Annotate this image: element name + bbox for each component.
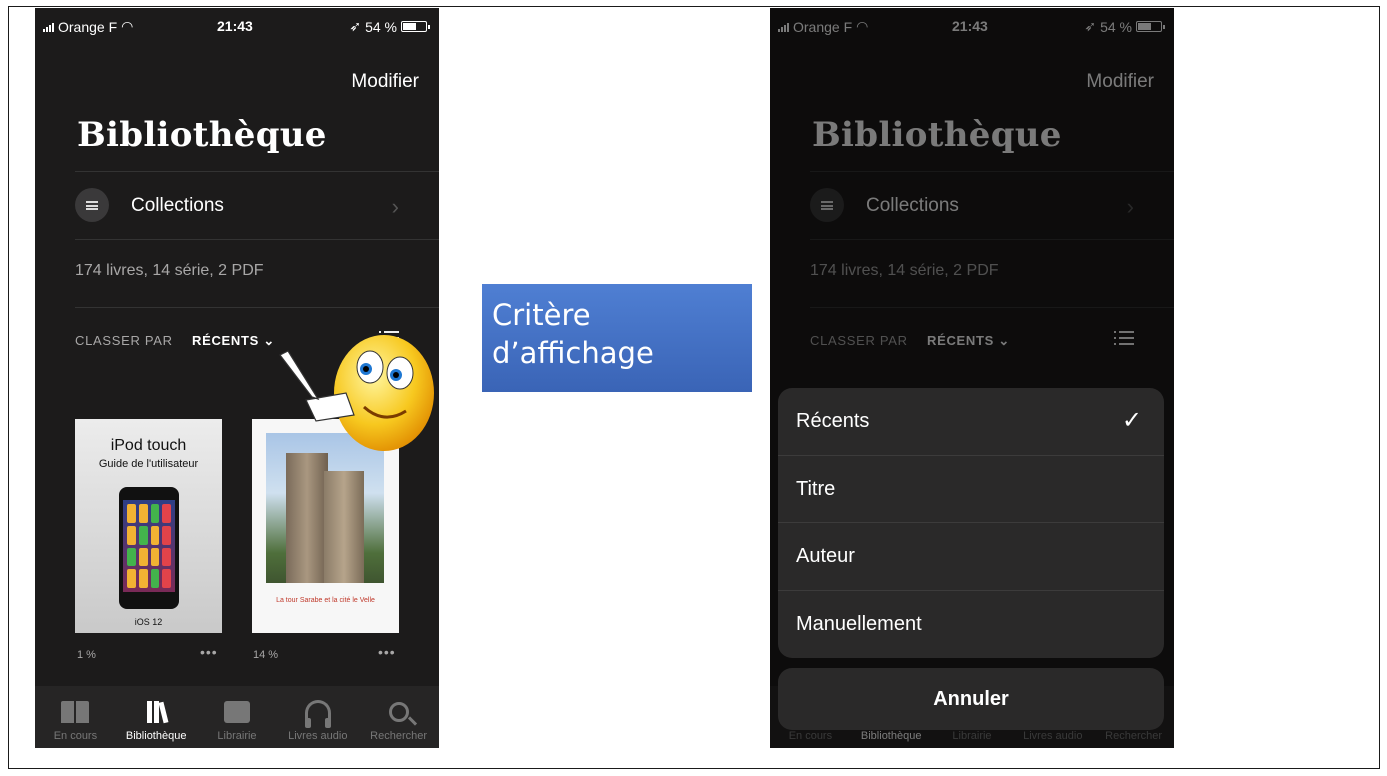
search-icon [388,702,409,722]
tower-photo [266,433,384,583]
collections-label: Collections [131,195,224,216]
book-cover-ipod-touch[interactable]: iPod touch Guide de l'utilisateur iOS 12 [75,419,222,633]
option-label: Récents [796,410,870,432]
sort-prefix: CLASSER PAR [75,333,173,348]
sort-options-sheet: Récents ✓ Titre Auteur Manuellement [778,388,1164,658]
status-right: ➶ 54 % [349,18,430,35]
sort-option-manuellement[interactable]: Manuellement [778,591,1164,659]
collections-icon [75,188,109,222]
bag-icon [223,701,250,723]
book-badge: iOS 12 [134,617,163,627]
tab-librairie[interactable]: Librairie [197,686,278,748]
battery-icon [401,21,430,32]
tab-label: Rechercher [370,730,428,742]
book-open-icon [61,701,90,723]
signal-icon [43,22,54,32]
book-progress: 1 % [77,649,96,661]
sort-option-auteur[interactable]: Auteur [778,523,1164,591]
cancel-button[interactable]: Annuler [778,668,1164,730]
phone-screen-sort-sheet: Orange F ◠ 21:43 ➶ 54 % Modifier Bibliot… [770,8,1174,748]
more-icon[interactable]: ••• [200,644,218,660]
tab-rechercher[interactable]: Rechercher [358,686,439,748]
tab-label: Bibliothèque [125,730,187,742]
status-time: 21:43 [217,18,253,34]
chevron-right-icon: › [391,194,399,219]
callout-line-1: Critère [492,298,591,332]
location-icon: ➶ [349,18,362,34]
option-label: Auteur [796,545,855,567]
book-caption: La tour Sarabe et la cité le Velle [276,597,375,604]
option-label: Titre [796,477,836,500]
headphones-icon [304,700,331,728]
tab-en-cours[interactable]: En cours [35,686,116,748]
carrier: Orange F ◠ [43,18,133,35]
sort-value-label: RÉCENTS [192,333,260,348]
modify-button[interactable]: Modifier [351,71,419,93]
chevron-down-icon: ⌄ [263,333,275,348]
tab-label: Livres audio [288,730,348,742]
sort-option-recents[interactable]: Récents ✓ [778,388,1164,456]
callout-box: Critère d’affichage [482,284,752,392]
carrier-label: Orange F [58,18,118,35]
tab-bibliotheque[interactable]: Bibliothèque [116,686,197,748]
pointing-emoji-icon [279,335,434,451]
library-counts: 174 livres, 14 série, 2 PDF [75,239,439,307]
book-subtitle: Guide de l'utilisateur [98,458,199,470]
status-bar: Orange F ◠ 21:43 ➶ 54 % [35,16,439,36]
wifi-icon: ◠ [121,18,134,34]
sort-dropdown[interactable]: RÉCENTS ⌄ [192,333,275,349]
more-icon[interactable]: ••• [378,644,396,660]
battery-percent: 54 % [365,18,397,35]
checkmark-icon: ✓ [1121,407,1142,434]
option-label: Manuellement [796,612,922,635]
sort-option-titre[interactable]: Titre [778,456,1164,523]
book-title: iPod touch [110,437,187,454]
collections-row[interactable]: Collections › [75,171,439,239]
book-progress: 14 % [253,649,279,661]
iphone-image [119,487,179,609]
tab-bar: En cours Bibliothèque Librairie Livres a… [35,686,439,748]
page-title: Bibliothèque [77,115,327,155]
tab-label: Librairie [217,730,257,742]
callout-line-2: d’affichage [492,336,654,370]
tab-livres-audio[interactable]: Livres audio [277,686,358,748]
library-icon [146,701,169,724]
tab-label: En cours [53,730,98,742]
counts-text: 174 livres, 14 série, 2 PDF [75,262,264,279]
